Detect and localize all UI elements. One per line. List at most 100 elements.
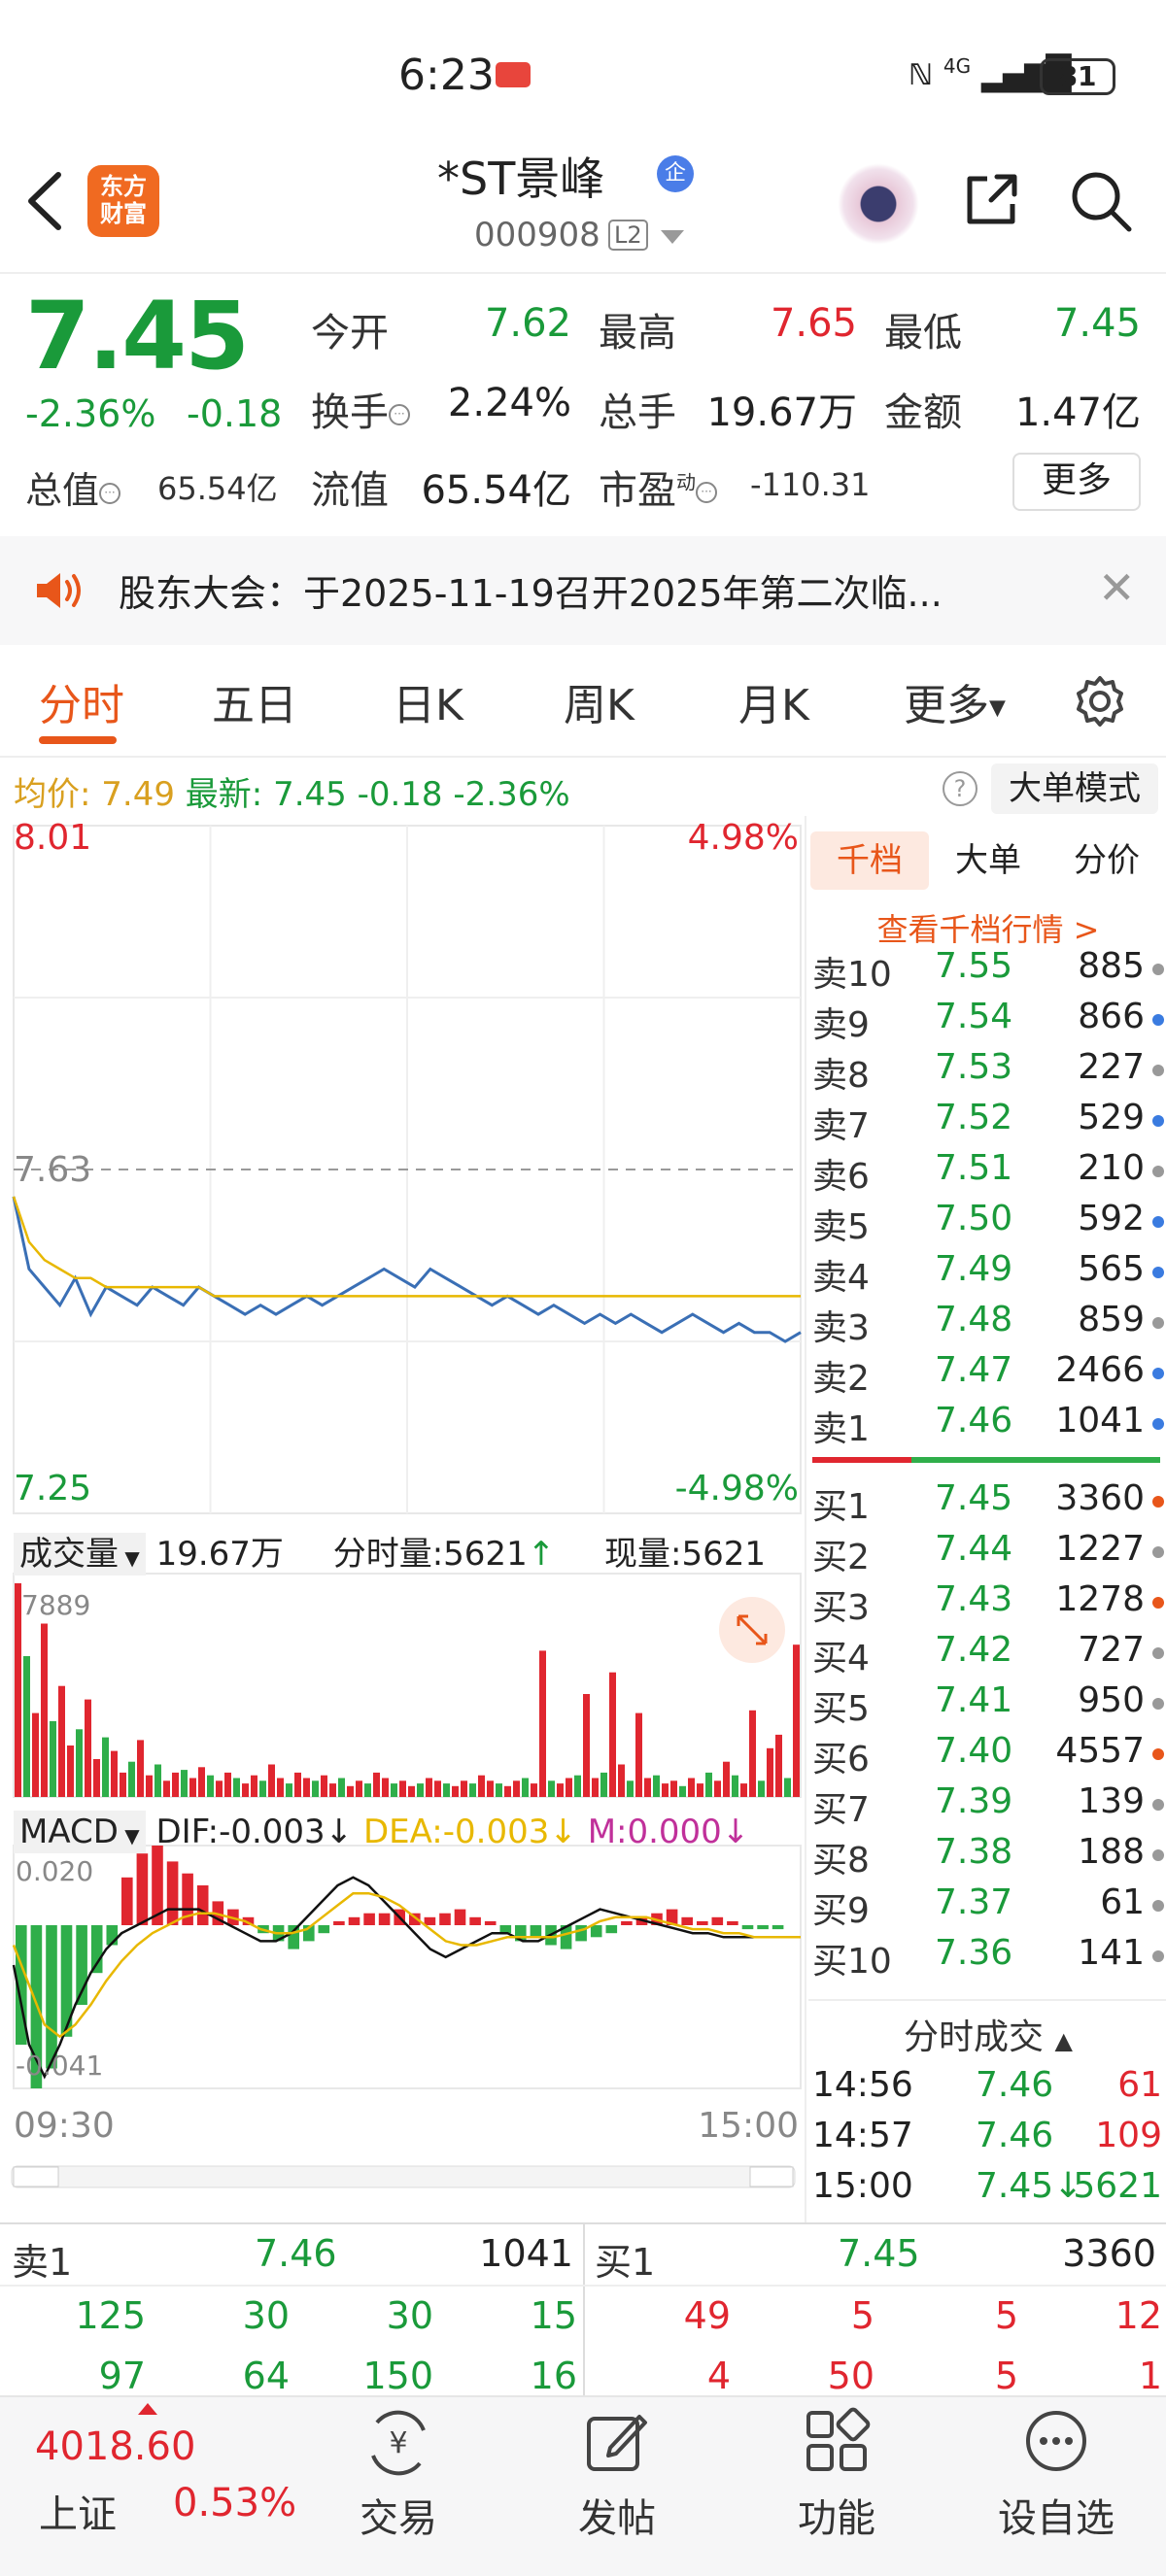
bid-price: 7.39 bbox=[935, 1781, 1013, 1821]
nav-trade[interactable]: 交易 bbox=[326, 2487, 471, 2543]
close-icon[interactable]: ✕ bbox=[1098, 561, 1136, 614]
ask-row[interactable]: 卖10 7.55 885 bbox=[812, 946, 1166, 997]
nav-post[interactable]: 发帖 bbox=[544, 2487, 690, 2543]
ask-row[interactable]: 卖4 7.49 565 bbox=[812, 1249, 1166, 1300]
bid-row[interactable]: 买6 7.40 4557 bbox=[812, 1731, 1166, 1781]
ask-level: 卖4 bbox=[812, 1258, 870, 1298]
ask-row[interactable]: 卖9 7.54 866 bbox=[812, 997, 1166, 1047]
ticks-divider bbox=[808, 1999, 1166, 2001]
latest-value: 7.45 bbox=[273, 775, 347, 814]
app-logo[interactable]: 东方 财富 bbox=[87, 165, 159, 237]
more-button[interactable]: 更多 bbox=[1012, 453, 1141, 511]
ask-row[interactable]: 卖1 7.46 1041 bbox=[812, 1401, 1166, 1451]
pe-label[interactable]: 市盈动 ··· bbox=[599, 458, 717, 515]
volume-axis-max: 7889 bbox=[21, 1589, 90, 1621]
ask-row[interactable]: 卖8 7.53 227 bbox=[812, 1047, 1166, 1098]
ask-dot-icon bbox=[1152, 1418, 1164, 1430]
tab-weekly-k[interactable]: 周K bbox=[564, 670, 634, 732]
index-name[interactable]: 上证 bbox=[39, 2483, 117, 2539]
tab-price-split[interactable]: 分价 bbox=[1047, 831, 1166, 890]
macd-histogram-bar bbox=[363, 1913, 375, 1925]
volume-bar bbox=[522, 1778, 529, 1797]
pct-axis-bottom: -4.98% bbox=[675, 1469, 799, 1508]
bid-dot-icon bbox=[1152, 1849, 1164, 1861]
total-cap-label-text: 总值 bbox=[25, 469, 100, 512]
volume-indicator-select[interactable]: 成交量 ▼ bbox=[14, 1533, 146, 1576]
queue-order-value: 1 bbox=[1138, 2355, 1162, 2397]
tick-trades-title[interactable]: 分时成交 ▲ bbox=[810, 2009, 1166, 2059]
queue-order-value: 12 bbox=[1115, 2294, 1162, 2337]
ask-row[interactable]: 卖5 7.50 592 bbox=[812, 1199, 1166, 1249]
share-icon[interactable] bbox=[962, 171, 1020, 229]
post-icon[interactable] bbox=[583, 2409, 651, 2477]
tick-trades-label: 分时成交 bbox=[904, 2017, 1045, 2057]
bid-row[interactable]: 买2 7.44 1227 bbox=[812, 1529, 1166, 1579]
turnover-label[interactable]: 换手 ··· bbox=[311, 381, 410, 437]
chevron-down-icon[interactable] bbox=[661, 230, 684, 244]
notice-text[interactable]: 股东大会：于2025-11-19召开2025年第二次临... bbox=[119, 563, 943, 617]
bid-row[interactable]: 买9 7.37 61 bbox=[812, 1882, 1166, 1933]
volume-bar bbox=[443, 1783, 450, 1797]
total-cap-label[interactable]: 总值 ··· bbox=[25, 460, 121, 514]
ask-row[interactable]: 卖3 7.48 859 bbox=[812, 1300, 1166, 1350]
volume-bar bbox=[242, 1783, 249, 1797]
tab-daily-k[interactable]: 日K bbox=[393, 670, 463, 732]
gear-icon[interactable] bbox=[1073, 674, 1127, 729]
bid-row[interactable]: 买7 7.39 139 bbox=[812, 1781, 1166, 1832]
bid-row[interactable]: 买10 7.36 141 bbox=[812, 1933, 1166, 1983]
nav-add-watchlist[interactable]: 设自选 bbox=[983, 2487, 1129, 2543]
volume-bar bbox=[303, 1778, 310, 1797]
time-scrollbar[interactable] bbox=[11, 2165, 796, 2188]
tab-five-day[interactable]: 五日 bbox=[212, 670, 297, 732]
tab-big-order[interactable]: 大单 bbox=[929, 831, 1047, 890]
tab-monthly-k[interactable]: 月K bbox=[738, 670, 809, 732]
help-icon[interactable]: ? bbox=[943, 771, 977, 806]
assistant-robot-icon[interactable] bbox=[838, 163, 919, 245]
nav-function[interactable]: 功能 bbox=[764, 2487, 909, 2543]
volume-bar bbox=[312, 1780, 319, 1797]
back-arrow-icon[interactable] bbox=[21, 167, 70, 235]
volume-bar bbox=[635, 1712, 642, 1797]
bid-row[interactable]: 买3 7.43 1278 bbox=[812, 1579, 1166, 1630]
search-icon[interactable] bbox=[1069, 169, 1133, 233]
bid-row[interactable]: 买5 7.41 950 bbox=[812, 1680, 1166, 1731]
intraday-chart[interactable]: 8.01 4.98% 7.63 7.25 -4.98% 7889 0.020 -… bbox=[0, 816, 806, 2224]
bid-volume: 950 bbox=[1078, 1680, 1145, 1720]
ask-row[interactable]: 卖6 7.51 210 bbox=[812, 1148, 1166, 1199]
bid-row[interactable]: 买8 7.38 188 bbox=[812, 1832, 1166, 1882]
volume-bar bbox=[461, 1780, 467, 1797]
bid-row[interactable]: 买4 7.42 727 bbox=[812, 1630, 1166, 1680]
ask-dot-icon bbox=[1152, 1216, 1164, 1228]
more-dots-icon[interactable] bbox=[1022, 2407, 1090, 2475]
scroll-handle-left[interactable] bbox=[13, 2166, 59, 2187]
bid-row[interactable]: 买1 7.45 3360 bbox=[812, 1478, 1166, 1529]
ask-row[interactable]: 卖7 7.52 529 bbox=[812, 1098, 1166, 1148]
bid-volume: 1278 bbox=[1055, 1579, 1145, 1619]
tab-more[interactable]: 更多▼ bbox=[904, 670, 1006, 732]
macd-histogram-bar bbox=[90, 1925, 103, 1974]
ask-price: 7.52 bbox=[935, 1098, 1013, 1137]
index-change-pct[interactable]: 0.53% bbox=[173, 2481, 296, 2525]
level2-badge[interactable]: L2 bbox=[608, 220, 648, 251]
volume-bar bbox=[496, 1783, 502, 1797]
macd-histogram-bar bbox=[166, 1861, 179, 1925]
down-arrow-icon: ↓ bbox=[721, 1813, 750, 1851]
volume-bar bbox=[154, 1764, 161, 1797]
trade-icon[interactable]: ¥ bbox=[360, 2409, 437, 2477]
volume-bar bbox=[189, 1778, 196, 1797]
function-grid-icon[interactable] bbox=[803, 2407, 871, 2475]
tab-thousand-level[interactable]: 千档 bbox=[810, 831, 929, 890]
index-value[interactable]: 4018.60 bbox=[35, 2424, 195, 2469]
ask-price: 7.49 bbox=[935, 1249, 1013, 1289]
bid-volume: 1227 bbox=[1055, 1529, 1145, 1569]
scroll-handle-right[interactable] bbox=[749, 2166, 794, 2187]
view-thousand-level-link[interactable]: 查看千档行情 > bbox=[810, 905, 1166, 950]
ask-row[interactable]: 卖2 7.47 2466 bbox=[812, 1350, 1166, 1401]
buy1-label: 买1 bbox=[595, 2241, 656, 2284]
macd-indicator-select[interactable]: MACD ▼ bbox=[14, 1811, 146, 1853]
bid-dot-icon bbox=[1152, 1698, 1164, 1710]
tab-intraday[interactable]: 分时 bbox=[39, 670, 124, 732]
volume-bar bbox=[426, 1778, 432, 1797]
current-price: 7.45 bbox=[25, 282, 250, 390]
big-order-mode-button[interactable]: 大单模式 bbox=[991, 763, 1158, 814]
